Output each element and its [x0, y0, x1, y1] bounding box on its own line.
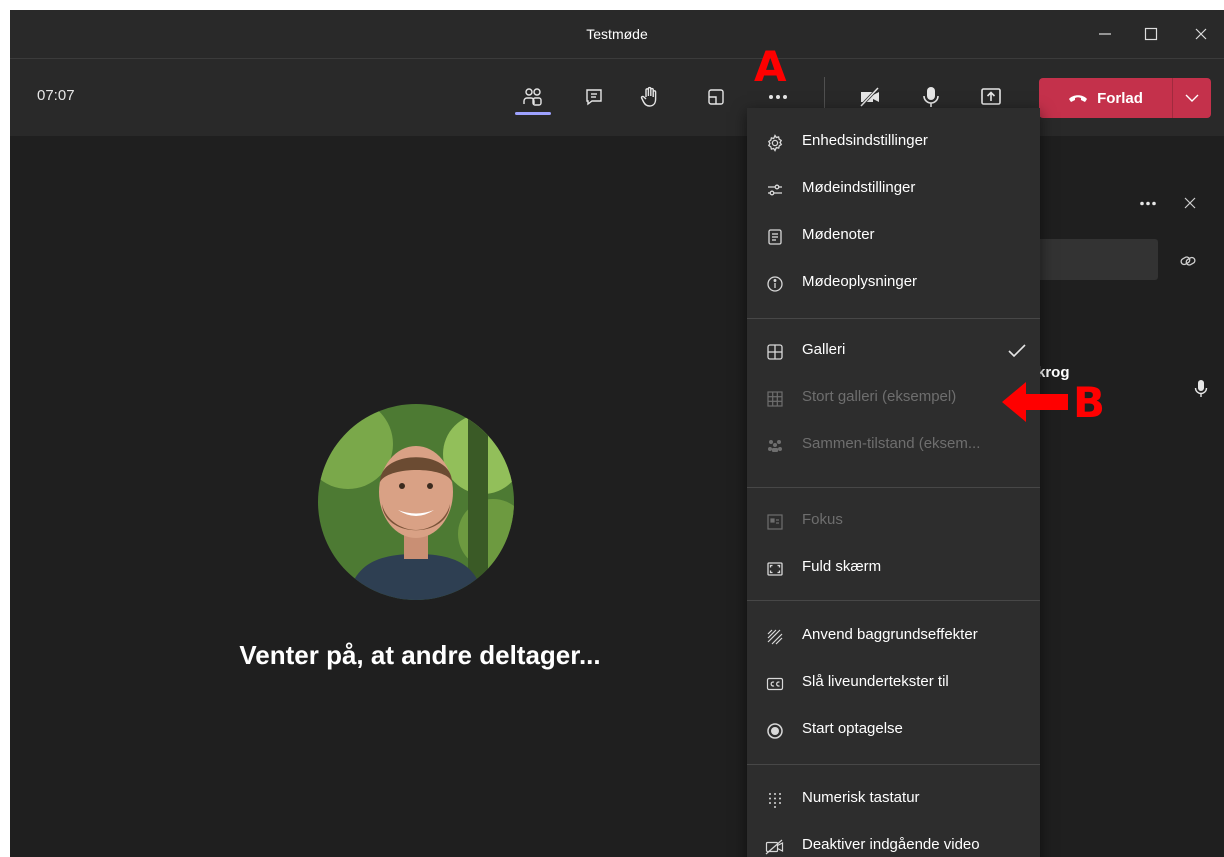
record-icon — [765, 721, 785, 741]
menu-item-label: Slå liveundertekster til — [802, 673, 949, 690]
menu-item-large-gallery: Stort galleri (eksempel) — [747, 375, 1040, 421]
chevron-down-icon — [1185, 94, 1199, 102]
close-window-button[interactable] — [1178, 10, 1224, 58]
menu-item-label: Mødenoter — [802, 226, 875, 243]
title-bar: Testmøde — [10, 10, 1224, 59]
menu-item-live-captions[interactable]: Slå liveundertekster til — [747, 660, 1040, 706]
participant-name: krog — [1037, 364, 1070, 381]
raise-hand-icon — [640, 86, 657, 107]
menu-item-meeting-options[interactable]: Mødeindstillinger — [747, 166, 1040, 212]
leave-label: Forlad — [1097, 89, 1143, 107]
breakout-rooms-button[interactable] — [694, 75, 738, 119]
menu-item-label: Fuld skærm — [802, 558, 882, 575]
annotation-label-b: B — [1073, 378, 1106, 427]
active-tab-indicator — [515, 112, 551, 115]
close-icon — [1195, 28, 1207, 40]
teams-meeting-window: Testmøde 07:07 Forlad Venter på, at andr… — [10, 10, 1224, 857]
background-effects-icon — [765, 627, 785, 647]
menu-item-label: Deaktiver indgående video — [802, 836, 980, 853]
menu-item-fullscreen[interactable]: Fuld skærm — [747, 545, 1040, 591]
menu-item-label: Enhedsindstillinger — [802, 132, 928, 149]
meeting-timer: 07:07 — [37, 87, 75, 104]
menu-separator — [747, 600, 1040, 601]
side-panel-close-button[interactable] — [1178, 191, 1202, 215]
keypad-icon — [765, 790, 785, 810]
meeting-toolbar: 07:07 Forlad — [10, 59, 1224, 136]
annotation-arrow-icon — [1000, 380, 1070, 424]
hang-up-icon — [1069, 95, 1088, 102]
menu-item-start-recording[interactable]: Start optagelse — [747, 707, 1040, 753]
notes-icon — [765, 227, 785, 247]
video-off-icon — [765, 837, 785, 857]
fullscreen-icon — [765, 559, 785, 579]
maximize-button[interactable] — [1128, 10, 1174, 58]
invite-input[interactable] — [1036, 239, 1158, 280]
chat-button[interactable] — [572, 75, 616, 119]
leave-options-button[interactable] — [1172, 78, 1211, 118]
menu-item-numeric-keypad[interactable]: Numerisk tastatur — [747, 776, 1040, 822]
menu-item-label: Numerisk tastatur — [802, 789, 920, 806]
waiting-message: Venter på, at andre deltager... — [239, 640, 601, 670]
large-gallery-icon — [765, 389, 785, 409]
participants-icon — [523, 88, 542, 106]
info-icon — [765, 274, 785, 294]
menu-separator — [747, 318, 1040, 319]
menu-item-label: Fokus — [802, 511, 843, 528]
menu-item-label: Anvend baggrundseffekter — [802, 626, 978, 643]
camera-off-icon — [859, 86, 880, 108]
menu-item-meeting-notes[interactable]: Mødenoter — [747, 213, 1040, 259]
sliders-icon — [765, 180, 785, 200]
microphone-icon — [923, 87, 939, 107]
copy-link-button[interactable] — [1176, 249, 1200, 273]
raise-hand-button[interactable] — [628, 75, 672, 119]
menu-item-gallery[interactable]: Galleri — [747, 328, 1040, 374]
share-screen-icon — [981, 88, 1001, 105]
breakout-rooms-icon — [708, 89, 724, 105]
captions-icon — [765, 674, 785, 694]
menu-separator — [747, 487, 1040, 488]
menu-item-together-mode: Sammen-tilstand (eksem... — [747, 422, 1040, 468]
menu-item-device-settings[interactable]: Enhedsindstillinger — [747, 119, 1040, 165]
menu-item-label: Galleri — [802, 341, 846, 358]
participant-mic-indicator — [1189, 377, 1213, 401]
more-icon — [1140, 201, 1156, 205]
menu-item-disable-incoming-video[interactable]: Deaktiver indgående video — [747, 823, 1040, 857]
meeting-stage: Venter på, at andre deltager... krog — [10, 136, 1224, 857]
menu-item-label: Mødeoplysninger — [802, 273, 918, 290]
menu-item-focus: Fokus — [747, 498, 1040, 544]
link-icon — [1180, 256, 1196, 266]
together-mode-icon — [765, 436, 785, 456]
leave-button[interactable]: Forlad — [1039, 78, 1172, 118]
window-title: Testmøde — [586, 26, 648, 42]
more-actions-menu: Enhedsindstillinger Mødeindstillinger Mø… — [747, 108, 1040, 857]
menu-item-label: Mødeindstillinger — [802, 179, 916, 196]
more-icon — [769, 95, 787, 99]
maximize-icon — [1144, 27, 1158, 41]
annotation-label-a: A — [754, 42, 787, 91]
side-panel-more-button[interactable] — [1136, 191, 1160, 215]
checkmark-icon — [1007, 341, 1027, 361]
participants-button[interactable] — [511, 75, 555, 119]
menu-item-label: Sammen-tilstand (eksem... — [802, 435, 981, 452]
menu-separator — [747, 764, 1040, 765]
focus-icon — [765, 512, 785, 532]
menu-item-label: Start optagelse — [802, 720, 903, 737]
minimize-button[interactable] — [1082, 10, 1128, 58]
gallery-icon — [765, 342, 785, 362]
menu-item-label: Stort galleri (eksempel) — [802, 388, 957, 405]
menu-item-meeting-info[interactable]: Mødeoplysninger — [747, 260, 1040, 306]
gear-icon — [765, 133, 785, 153]
chat-icon — [586, 89, 602, 106]
close-icon — [1184, 197, 1196, 209]
menu-item-background-effects[interactable]: Anvend baggrundseffekter — [747, 613, 1040, 659]
profile-photo — [318, 404, 514, 600]
minimize-icon — [1099, 33, 1111, 35]
microphone-icon — [1194, 380, 1208, 397]
avatar — [318, 404, 514, 600]
